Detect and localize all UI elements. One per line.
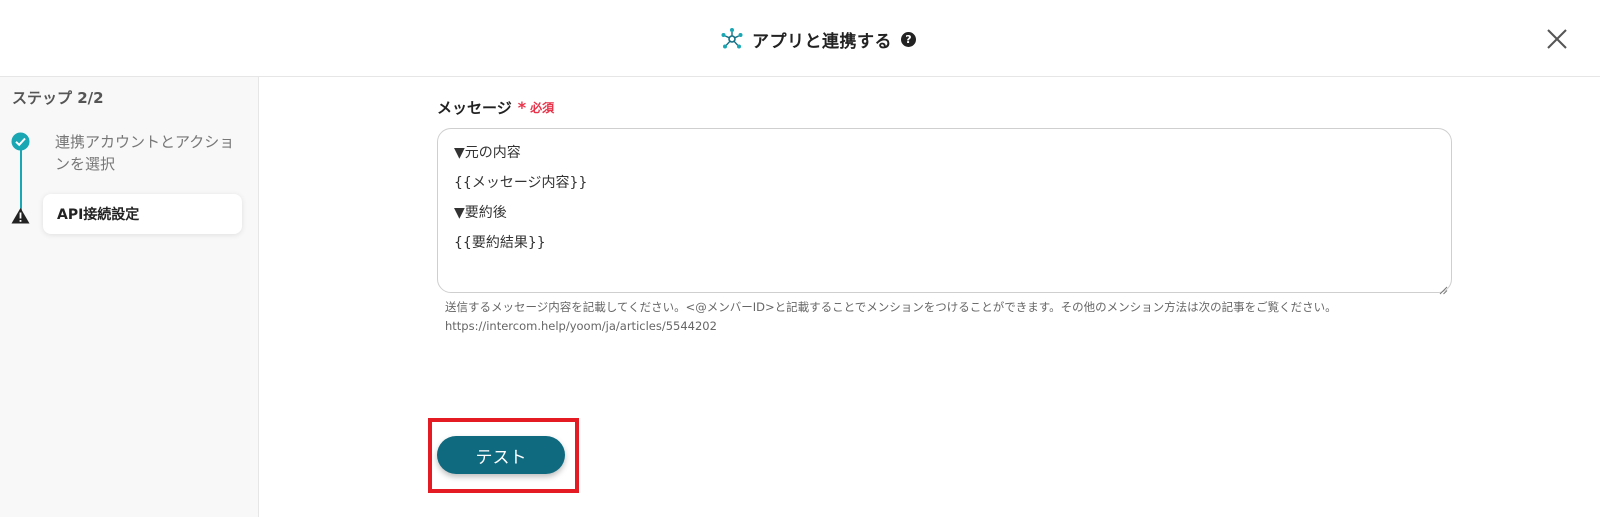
resize-handle-icon[interactable]	[1439, 280, 1448, 295]
message-field-label: メッセージ	[437, 99, 512, 117]
help-link[interactable]: https://intercom.help/yoom/ja/articles/5…	[445, 317, 1445, 336]
message-line: {{要約結果}}	[454, 235, 546, 251]
check-circle-icon	[11, 132, 30, 151]
warning-icon	[11, 207, 30, 224]
help-description: 送信するメッセージ内容を記載してください。<@メンバーID>と記載することでメン…	[445, 300, 1337, 314]
modal-header: アプリと連携する ?	[0, 0, 1600, 77]
required-label: 必須	[530, 101, 555, 115]
message-line: ▼元の内容	[454, 145, 521, 161]
message-textarea[interactable]: ▼元の内容 {{メッセージ内容}} ▼要約後 {{要約結果}}	[437, 128, 1452, 295]
close-button[interactable]	[1544, 26, 1570, 52]
message-line: {{メッセージ内容}}	[454, 175, 588, 191]
step-counter: ステップ 2/2	[12, 89, 104, 107]
sidebar-step-select-account[interactable]: 連携アカウントとアクションを選択	[55, 131, 245, 175]
help-icon[interactable]: ?	[901, 31, 916, 47]
required-asterisk: *	[517, 98, 527, 117]
message-help-text: 送信するメッセージ内容を記載してください。<@メンバーID>と記載することでメン…	[445, 298, 1445, 336]
modal-title: アプリと連携する	[752, 31, 892, 52]
hub-network-icon	[720, 27, 744, 51]
sidebar-step-api-settings[interactable]: API接続設定	[43, 194, 242, 234]
close-icon	[1547, 29, 1567, 49]
test-button[interactable]: テスト	[437, 436, 565, 474]
message-line: ▼要約後	[454, 205, 507, 221]
step-sidebar: ステップ 2/2 連携アカウントとアクションを選択 API接続設定	[0, 77, 259, 517]
header-title-group: アプリと連携する ?	[720, 26, 916, 52]
message-field-label-group: メッセージ * 必須	[437, 97, 554, 118]
